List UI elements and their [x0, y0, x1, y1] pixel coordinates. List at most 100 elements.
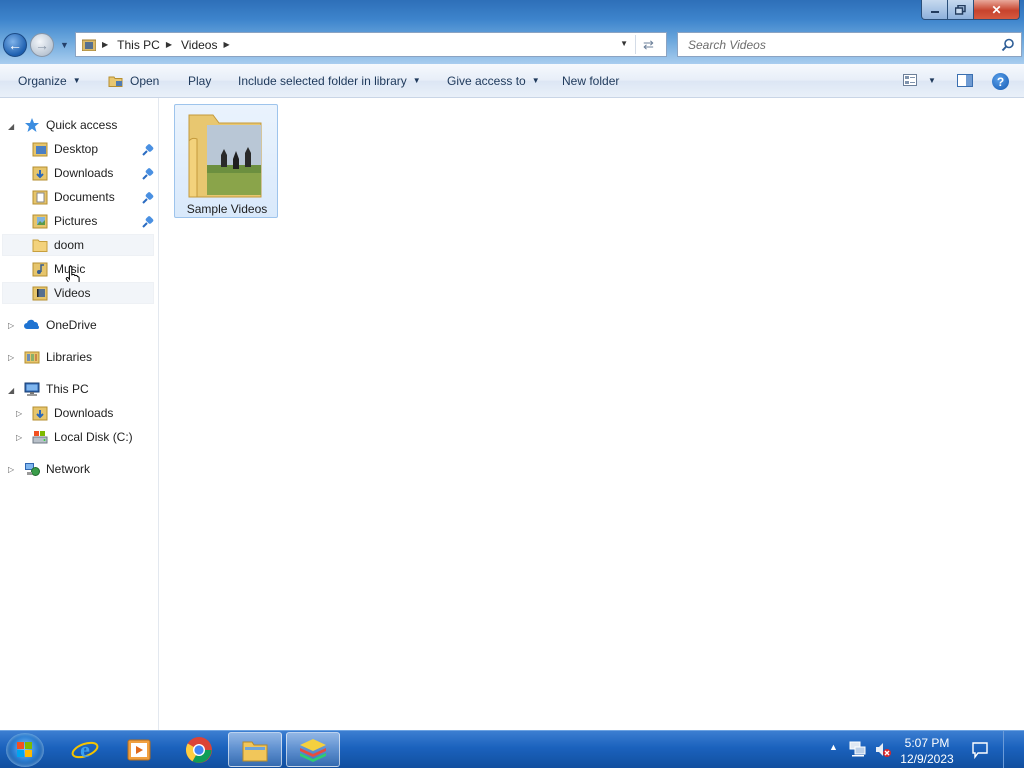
svg-text:e: e [80, 737, 90, 762]
nav-label: OneDrive [46, 318, 97, 332]
include-in-library-button[interactable]: Include selected folder in library ▼ [238, 64, 421, 98]
search-input[interactable] [686, 36, 990, 53]
pin-icon[interactable] [141, 215, 155, 229]
help-icon: ? [996, 74, 1005, 89]
expand-arrow-icon[interactable]: ▷ [8, 321, 14, 330]
refresh-button[interactable]: ⇄ [635, 35, 661, 54]
action-center-icon[interactable] [971, 741, 989, 759]
expand-arrow-icon[interactable]: ▷ [16, 433, 22, 442]
taskbar-internet-explorer[interactable]: e [58, 732, 112, 767]
taskbar-chrome[interactable] [172, 732, 226, 767]
open-label: Open [130, 73, 160, 88]
forward-button[interactable]: → [30, 33, 54, 57]
nav-local-disk[interactable]: Local Disk (C:) [32, 426, 133, 448]
nav-label: This PC [46, 382, 89, 396]
search-box[interactable] [677, 32, 1022, 57]
view-options-dropdown-icon[interactable]: ▼ [928, 76, 936, 85]
nav-item-desktop[interactable]: Desktop [32, 138, 98, 160]
hard-drive-icon [32, 431, 48, 444]
folder-tile[interactable]: Sample Videos [174, 104, 278, 218]
collapse-arrow-icon[interactable]: ◢ [8, 122, 14, 131]
pin-icon[interactable] [141, 191, 155, 205]
recent-locations-button[interactable]: ▼ [60, 40, 69, 50]
close-button[interactable]: ✕ [973, 0, 1020, 20]
computer-icon [24, 382, 40, 396]
expand-arrow-icon[interactable]: ▷ [16, 409, 22, 418]
breadcrumb-separator-icon[interactable]: ▶ [102, 40, 108, 49]
pin-icon[interactable] [141, 167, 155, 181]
give-access-button[interactable]: Give access to ▼ [447, 64, 540, 98]
pin-icon[interactable] [141, 143, 155, 157]
show-desktop-button[interactable] [1003, 731, 1024, 768]
videos-library-icon [82, 39, 96, 51]
taskbar-file-explorer[interactable] [228, 732, 282, 767]
nav-libraries[interactable]: Libraries [24, 346, 92, 368]
collapse-arrow-icon[interactable]: ◢ [8, 386, 14, 395]
include-label: Include selected folder in library [238, 73, 407, 88]
clock[interactable]: 5:07 PM 12/9/2023 [894, 735, 960, 767]
nav-item-downloads[interactable]: Downloads [32, 162, 113, 184]
organize-button[interactable]: Organize ▼ [18, 64, 81, 98]
nav-item-videos[interactable]: Videos [32, 282, 90, 304]
documents-folder-icon [32, 190, 48, 205]
desktop-folder-icon [32, 142, 48, 157]
nav-this-pc[interactable]: This PC [24, 378, 89, 400]
show-hidden-icons-button[interactable]: ▲ [829, 742, 838, 752]
preview-pane-icon[interactable] [957, 74, 973, 87]
nav-label: Documents [54, 190, 115, 204]
nav-pc-downloads[interactable]: Downloads [32, 402, 113, 424]
open-button[interactable]: Open [108, 64, 159, 98]
start-button[interactable] [6, 733, 44, 767]
nav-quick-access[interactable]: Quick access [24, 114, 117, 136]
chevron-down-icon: ▼ [412, 76, 421, 85]
music-folder-icon [32, 262, 48, 277]
address-history-dropdown-icon[interactable]: ▼ [620, 39, 628, 48]
play-button[interactable]: Play [188, 64, 211, 98]
windows-logo-icon [17, 742, 32, 757]
chevron-down-icon: ▼ [72, 76, 81, 85]
nav-item-doom[interactable]: doom [32, 234, 84, 256]
change-view-icon[interactable] [903, 74, 917, 86]
nav-network[interactable]: Network [24, 458, 90, 480]
nav-label: Pictures [54, 214, 98, 228]
breadcrumb-separator-icon[interactable]: ▶ [223, 40, 229, 49]
volume-muted-icon[interactable] [874, 741, 892, 759]
taskbar-bluestacks[interactable] [286, 732, 340, 767]
bluestacks-icon [300, 738, 326, 762]
address-bar[interactable]: ▶ This PC ▶ Videos ▶ ▼ ⇄ [75, 32, 667, 57]
window-titlebar: ✕ ← → ▼ ▶ This PC ▶ Videos ▶ ▼ ⇄ [0, 0, 1024, 64]
network-icon [25, 463, 40, 476]
taskbar-media-player[interactable] [112, 732, 166, 767]
breadcrumb-this-pc[interactable]: This PC [117, 38, 160, 52]
folder-open-icon [108, 76, 123, 87]
organize-label: Organize [18, 73, 67, 88]
pictures-folder-icon [32, 214, 48, 229]
command-bar: Organize ▼ Open Play Include selected fo… [0, 64, 1024, 98]
minimize-button[interactable] [921, 0, 948, 20]
nav-label: Quick access [46, 118, 118, 132]
expand-arrow-icon[interactable]: ▷ [8, 465, 14, 474]
network-status-icon[interactable] [849, 741, 867, 757]
nav-item-documents[interactable]: Documents [32, 186, 115, 208]
minimize-icon [930, 10, 939, 13]
file-list[interactable]: Sample Videos [160, 98, 1024, 730]
downloads-folder-icon [32, 166, 48, 181]
breadcrumb-videos[interactable]: Videos [181, 38, 217, 52]
cloud-icon [24, 319, 40, 329]
help-button[interactable]: ? [992, 73, 1009, 90]
restore-button[interactable] [947, 0, 974, 20]
back-button[interactable]: ← [3, 33, 27, 57]
file-explorer-icon [242, 741, 268, 761]
nav-onedrive[interactable]: OneDrive [24, 314, 97, 336]
arrow-right-icon: → [35, 37, 49, 53]
breadcrumb-separator-icon[interactable]: ▶ [166, 40, 172, 49]
nav-label: Desktop [54, 142, 99, 156]
new-folder-button[interactable]: New folder [562, 64, 619, 98]
navigation-pane: ◢ Quick access Desktop Downloads Documen… [0, 98, 159, 730]
nav-item-pictures[interactable]: Pictures [32, 210, 97, 232]
expand-arrow-icon[interactable]: ▷ [8, 353, 14, 362]
libraries-icon [24, 351, 40, 364]
taskbar: e ▲ 5:07 PM 12/9/2023 [0, 730, 1024, 768]
folder-name: Sample Videos [186, 202, 268, 216]
chrome-icon [185, 736, 212, 763]
